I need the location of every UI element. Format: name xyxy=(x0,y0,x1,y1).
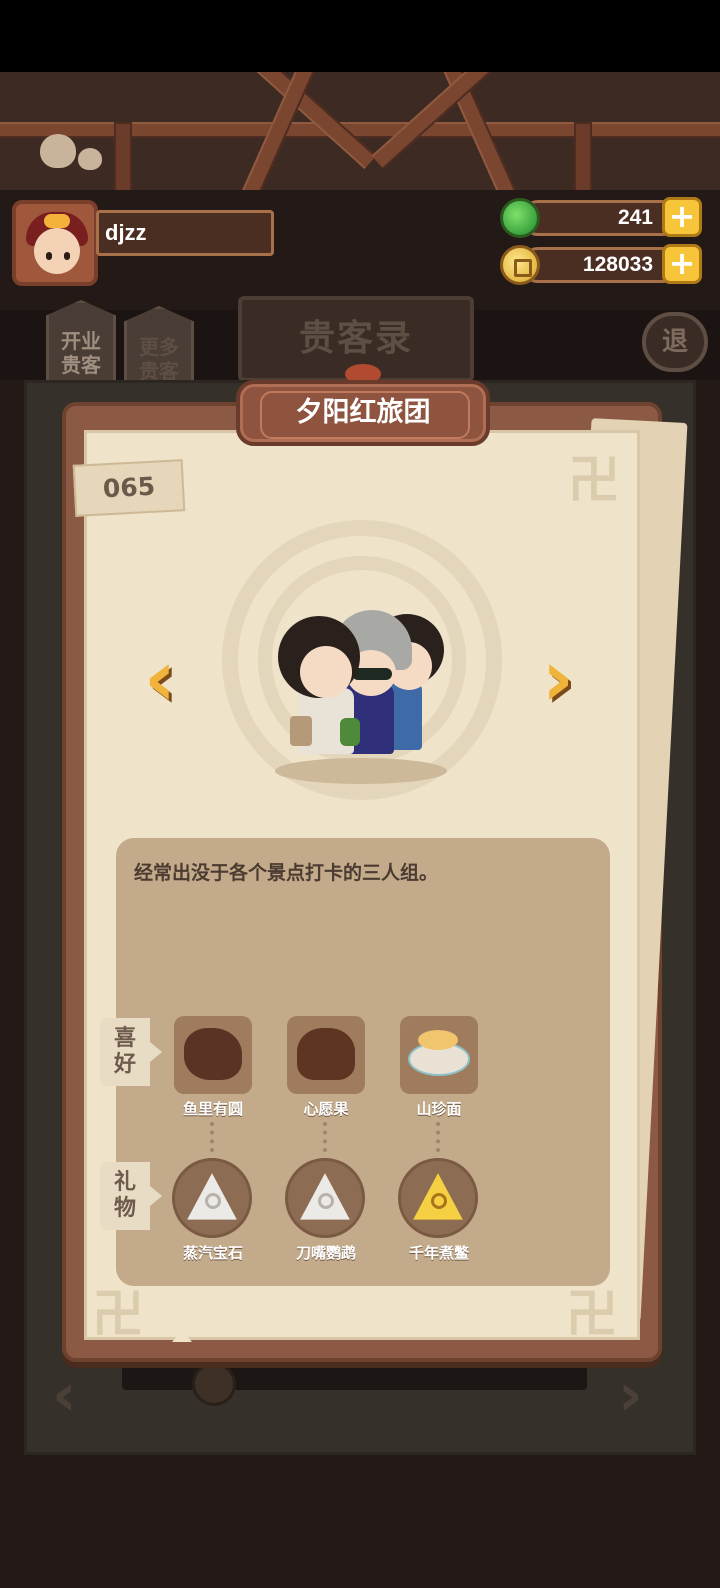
avatar-eye xyxy=(46,252,52,260)
noodle-bowl-icon xyxy=(418,1030,458,1050)
avatar-headband xyxy=(44,214,70,228)
avatar[interactable] xyxy=(12,200,98,286)
beam-post xyxy=(574,122,592,190)
horizontal-beam xyxy=(0,122,720,138)
avatar-face xyxy=(34,228,80,274)
shopping-bag-icon xyxy=(290,716,312,746)
swirl-mark-icon xyxy=(318,1193,334,1209)
guest-number-tag: 065 xyxy=(72,459,186,517)
prev-guest-arrow[interactable]: ‹ xyxy=(132,640,188,718)
fish-dish-icon xyxy=(184,1028,242,1080)
character-shadow xyxy=(275,758,447,784)
sunglasses-icon xyxy=(352,668,392,680)
jade-gem-icon xyxy=(500,198,540,238)
preference-item-name: 心愿果 xyxy=(303,1100,349,1118)
gift-item-name: 刀嘴鹦鹉 xyxy=(295,1244,356,1262)
coin-count: 128033 xyxy=(520,247,680,283)
beam-post xyxy=(114,122,132,190)
turtle-mark-icon xyxy=(431,1193,447,1209)
exit-button[interactable]: 退 xyxy=(642,312,708,372)
wish-fruit-icon xyxy=(297,1028,355,1080)
add-coins-button[interactable]: + xyxy=(662,244,702,284)
connector-dots xyxy=(210,1122,214,1152)
guest-name-title: 夕阳红旅团 xyxy=(236,380,490,446)
coin-icon xyxy=(500,245,540,285)
roof-beams xyxy=(0,72,720,190)
connector-dots xyxy=(436,1122,440,1152)
preference-item-name: 鱼里有圆 xyxy=(182,1100,243,1118)
bg-next-arrow-icon: › xyxy=(618,1360,643,1430)
chick-icon xyxy=(40,134,76,168)
corner-ornament-icon: 卍 xyxy=(568,451,621,511)
gifts-label: 礼 物 xyxy=(100,1162,162,1230)
gift-item[interactable] xyxy=(398,1158,478,1238)
gift-item[interactable] xyxy=(172,1158,252,1238)
status-bar-area xyxy=(0,0,720,72)
gem-count: 241 xyxy=(520,200,680,236)
chick-icon xyxy=(78,148,102,170)
preference-item[interactable] xyxy=(287,1016,365,1094)
gift-item-name: 千年煮鳖 xyxy=(408,1244,469,1262)
tab-opening-guests[interactable]: 开业 贵客 xyxy=(46,300,116,386)
preference-item-name: 山珍面 xyxy=(416,1100,462,1118)
gift-item[interactable] xyxy=(285,1158,365,1238)
preference-item[interactable] xyxy=(400,1016,478,1094)
player-name: djzz xyxy=(96,210,274,256)
swirl-mark-icon xyxy=(205,1193,221,1209)
gift-item-name: 蒸汽宝石 xyxy=(182,1244,243,1262)
add-gems-button[interactable]: + xyxy=(662,197,702,237)
bg-prev-arrow-icon: ‹ xyxy=(52,1360,77,1430)
green-bag-icon xyxy=(340,718,360,746)
bg-bell-icon xyxy=(192,1362,236,1406)
avatar-eye xyxy=(64,252,70,260)
next-guest-arrow[interactable]: › xyxy=(530,640,586,718)
preference-item[interactable] xyxy=(174,1016,252,1094)
character-face xyxy=(300,646,352,698)
preferences-label: 喜 好 xyxy=(100,1018,162,1086)
connector-dots xyxy=(323,1122,327,1152)
paper-tab-notch xyxy=(172,1330,192,1342)
guest-description: 经常出没于各个景点打卡的三人组。 xyxy=(134,862,439,884)
